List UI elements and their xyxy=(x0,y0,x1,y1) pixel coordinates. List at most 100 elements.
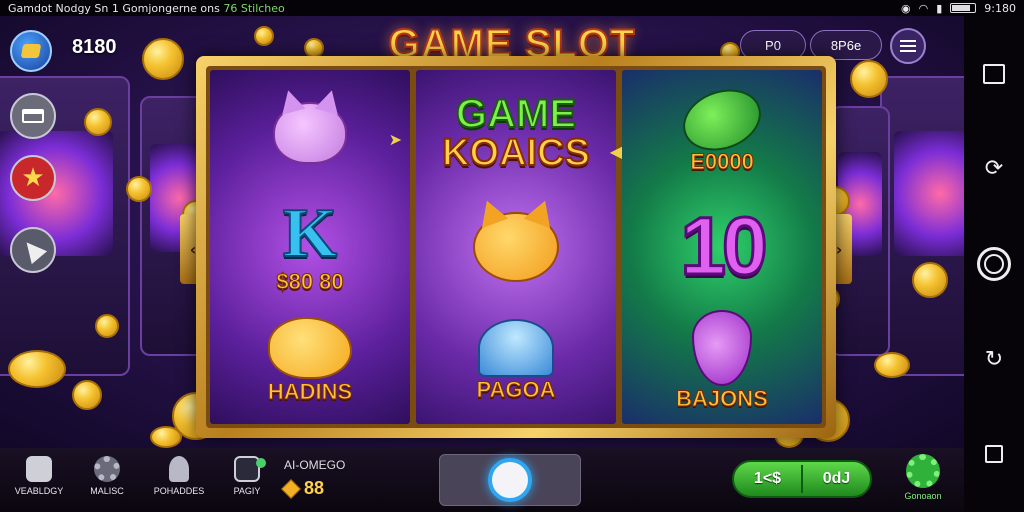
symbol-ten: 10 xyxy=(637,193,807,301)
coin-balance: 8180 xyxy=(72,36,117,58)
nav-item-label: MALISC xyxy=(90,486,124,496)
symbol-bird: HADINS xyxy=(225,307,395,415)
star-button[interactable]: ★ xyxy=(10,155,56,201)
spin-button[interactable] xyxy=(488,458,532,502)
symbol-cream: PAGOA xyxy=(431,307,601,415)
coin-decoration xyxy=(8,350,66,388)
reel-frame: K $80 80 HADINS ➤ GAME KOAICS PAGOA ◀ E0… xyxy=(196,56,836,438)
bet-left-button[interactable]: 1<$ xyxy=(734,470,801,488)
cat-symbol-icon xyxy=(273,102,347,164)
refresh-icon: ↻ xyxy=(984,346,1004,372)
top-pill-right-label: 8P6e xyxy=(830,37,862,53)
coin-decoration xyxy=(254,26,274,46)
coin-decoration xyxy=(304,38,324,58)
signal-icon: ▮ xyxy=(936,1,943,15)
card-button[interactable] xyxy=(10,93,56,139)
leaf-symbol-label: E0000 xyxy=(690,149,755,175)
notification-suffix: 76 Stilcheo xyxy=(223,1,285,15)
house-icon xyxy=(26,456,52,482)
fox-symbol-icon xyxy=(473,212,559,282)
payline-arrow-icon: ➤ xyxy=(388,130,402,149)
drop-symbol-icon xyxy=(692,310,752,386)
cream-symbol-label: PAGOA xyxy=(476,377,556,403)
top-pill-left-label: P0 xyxy=(765,37,781,53)
symbol-fox xyxy=(431,193,601,301)
bet-right-button[interactable]: 0dJ xyxy=(803,470,870,488)
menu-button[interactable] xyxy=(890,28,926,64)
settings-gear-icon xyxy=(906,454,940,488)
square-icon xyxy=(985,445,1003,464)
recent-apps-button[interactable] xyxy=(974,54,1014,94)
coin-decoration xyxy=(912,262,948,298)
cream-symbol-icon xyxy=(478,319,554,377)
notification-main: Gamdot Nodgy Sn 1 Gomjongerne ons xyxy=(8,1,220,15)
coin-decoration xyxy=(126,176,152,202)
win-title: AI-OMEGO xyxy=(284,458,346,472)
nav-item-profile[interactable]: POHADDES xyxy=(144,456,214,496)
reel-3: E0000 10 BAJONS xyxy=(622,70,822,424)
k-symbol-label: $80 80 xyxy=(276,269,344,295)
square-icon xyxy=(983,63,1005,84)
rotate-button[interactable]: ⟳ xyxy=(974,149,1014,189)
home-circle-icon xyxy=(977,246,1011,281)
paper-plane-icon xyxy=(18,235,48,265)
win-value: 88 xyxy=(304,478,325,498)
coin-decoration xyxy=(142,38,184,80)
reel-title-line1: GAME xyxy=(455,92,577,136)
leaf-symbol-icon xyxy=(674,79,770,161)
coin-decoration xyxy=(72,380,102,410)
notification-text: Gamdot Nodgy Sn 1 Gomjongerne ons 76 Sti… xyxy=(8,2,901,15)
coin-decoration xyxy=(874,352,910,378)
coin-decoration xyxy=(84,108,112,136)
settings-label: Gonoaon xyxy=(904,491,942,501)
reel-title-line2: KOAICS xyxy=(441,132,591,174)
symbol-leaf: E0000 xyxy=(637,79,807,187)
status-bar: Gamdot Nodgy Sn 1 Gomjongerne ons 76 Sti… xyxy=(0,0,1024,16)
spin-panel xyxy=(439,454,581,506)
k-symbol-letter: K xyxy=(282,195,338,272)
symbol-cat xyxy=(225,79,395,187)
nav-item-pay[interactable]: PAGIY xyxy=(212,456,282,496)
win-amount: 88 xyxy=(281,478,325,499)
home-button[interactable] xyxy=(974,244,1014,284)
nav-item-music[interactable]: MALISC xyxy=(72,456,142,496)
reels: K $80 80 HADINS ➤ GAME KOAICS PAGOA ◀ E0… xyxy=(206,66,826,428)
wifi-icon: ◠ xyxy=(918,1,929,15)
drop-symbol-label: BAJONS xyxy=(676,386,769,412)
gem-icon xyxy=(281,478,301,499)
coin-decoration xyxy=(850,60,888,98)
share-button[interactable] xyxy=(10,227,56,273)
reel-1: K $80 80 HADINS ➤ xyxy=(210,70,410,424)
payline-arrow-icon: ◀ xyxy=(609,142,622,161)
card-icon xyxy=(22,109,44,123)
bird-symbol-icon xyxy=(268,317,352,379)
reel-2: GAME KOAICS PAGOA ◀ xyxy=(416,70,622,424)
symbol-k: K $80 80 xyxy=(225,193,395,301)
clock: 9:180 xyxy=(984,1,1016,15)
battery-icon xyxy=(950,3,977,13)
nav-item-lobby[interactable]: VEABLDGY xyxy=(4,456,74,496)
bird-symbol-label: HADINS xyxy=(267,379,353,405)
settings-button[interactable]: Gonoaon xyxy=(898,454,948,501)
reel-title: GAME KOAICS xyxy=(431,79,601,187)
wallet-icon xyxy=(20,44,42,58)
nav-item-label: VEABLDGY xyxy=(14,486,64,496)
coin-decoration xyxy=(95,314,119,338)
person-icon xyxy=(169,456,189,482)
ten-symbol-value: 10 xyxy=(679,201,769,292)
player-avatar-button[interactable] xyxy=(10,30,52,72)
symbol-drop: BAJONS xyxy=(637,307,807,415)
gear-icon xyxy=(94,456,120,482)
star-icon: ★ xyxy=(21,163,45,193)
overview-button[interactable] xyxy=(974,434,1014,474)
location-icon: ◉ xyxy=(901,1,911,15)
status-icons: ◉ ◠ ▮ 9:180 xyxy=(901,2,1016,15)
rotate-icon: ⟳ xyxy=(984,156,1004,182)
hamburger-icon xyxy=(900,40,916,52)
bet-controls: 1<$ 0dJ xyxy=(732,460,872,498)
nav-item-label: PAGIY xyxy=(233,486,261,496)
refresh-button[interactable]: ↻ xyxy=(974,339,1014,379)
arcade-machine-right xyxy=(880,76,964,376)
nav-item-label: POHADDES xyxy=(153,486,205,496)
coin-decoration xyxy=(150,426,182,448)
